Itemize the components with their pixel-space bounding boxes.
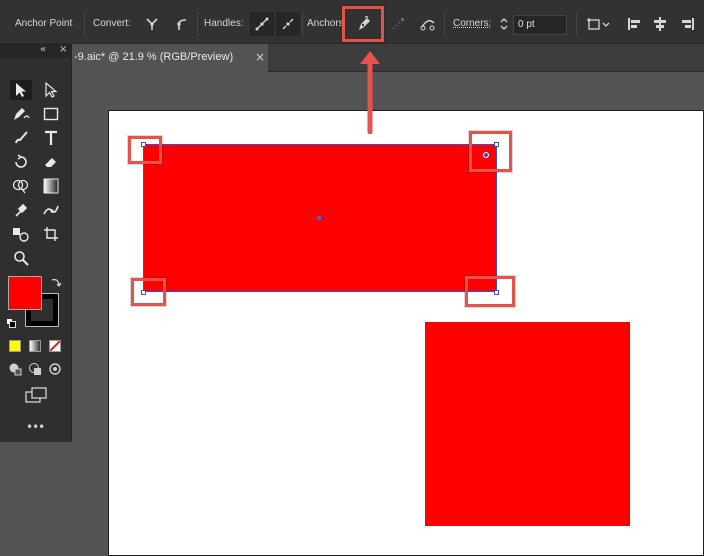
convert-corner-icon: [146, 18, 158, 30]
scissors-path-icon: [420, 20, 435, 31]
edit-toolbar-icon[interactable]: •••: [26, 420, 45, 434]
type-icon: [45, 130, 57, 145]
hide-handles-icon: [282, 18, 294, 30]
center-point: [317, 216, 321, 220]
draw-behind-icon: [29, 363, 41, 375]
document-tab-bar: -9.aic* @ 21.9 % (RGB/Preview) ×: [0, 44, 704, 72]
gradient-mode-button[interactable]: [29, 340, 41, 352]
tools-panel: « × •••: [0, 44, 72, 442]
draw-inside-icon: [49, 363, 61, 375]
illustrator-window: Anchor Point Convert: Handles: Anchors C…: [0, 0, 704, 556]
document-tab-title[interactable]: -9.aic* @ 21.9 % (RGB/Preview): [74, 51, 233, 63]
symbol-sprayer-tool[interactable]: [10, 224, 32, 244]
stepper-arrows-icon: [500, 18, 508, 30]
close-panel-icon[interactable]: ×: [59, 44, 67, 55]
transform-box-icon: [587, 18, 610, 30]
highlight-top-right-anchor: [469, 131, 512, 172]
show-handles-icon: [255, 17, 269, 31]
shapes-icon: [13, 228, 29, 242]
align-right-icon: [682, 18, 694, 30]
convert-smooth-icon: [177, 19, 187, 30]
highlight-bottom-right-anchor: [465, 276, 515, 307]
align-left-button[interactable]: [622, 12, 646, 36]
divider: [576, 12, 577, 36]
draw-normal-button[interactable]: [6, 360, 24, 378]
none-slash-icon: [50, 341, 60, 351]
divider: [302, 12, 303, 36]
none-mode-button[interactable]: [49, 340, 61, 352]
type-tool[interactable]: [40, 128, 62, 148]
corners-stepper[interactable]: [496, 12, 512, 36]
selection-tool[interactable]: [10, 80, 32, 100]
convert-label: Convert:: [93, 18, 131, 29]
draw-behind-button[interactable]: [26, 360, 44, 378]
divider: [444, 12, 445, 36]
corners-input[interactable]: 0 pt: [513, 15, 567, 35]
divider: [84, 12, 85, 36]
color-mode-button[interactable]: [9, 340, 21, 352]
artboard-tool[interactable]: [40, 224, 62, 244]
anchors-label: Anchors: [307, 18, 344, 29]
zoom-icon: [14, 251, 29, 266]
corners-label[interactable]: Corners:: [453, 18, 491, 29]
screen-mode-button[interactable]: [24, 384, 48, 406]
convert-to-corner-button[interactable]: [140, 12, 164, 36]
eyedropper-icon: [15, 203, 28, 217]
close-tab-icon[interactable]: ×: [255, 50, 265, 64]
handles-label: Handles:: [204, 18, 244, 29]
align-center-button[interactable]: [648, 12, 672, 36]
connect-anchors-button[interactable]: [386, 12, 410, 36]
shape-builder-tool[interactable]: [10, 176, 32, 196]
draw-normal-icon: [9, 363, 22, 376]
transform-dropdown-button[interactable]: [584, 12, 614, 36]
anchor-point-label: Anchor Point: [15, 18, 73, 29]
collapse-panel-icon[interactable]: «: [40, 44, 46, 55]
connect-anchors-icon: [392, 18, 404, 30]
show-handles-button[interactable]: [250, 12, 274, 36]
cut-path-button[interactable]: [416, 12, 440, 36]
callout-arrow-icon: [360, 51, 380, 134]
rotate-icon: [15, 154, 27, 168]
draw-inside-button[interactable]: [46, 360, 64, 378]
eraser-icon: [45, 158, 56, 167]
pen-icon: [14, 108, 30, 120]
align-center-icon: [654, 17, 666, 31]
divider: [197, 12, 198, 36]
eraser-tool[interactable]: [40, 152, 62, 172]
shape-builder-icon: [12, 179, 29, 194]
highlight-bottom-left-anchor: [131, 278, 166, 306]
highlight-remove-anchor: [342, 6, 384, 42]
fill-color-swatch[interactable]: [8, 276, 42, 310]
rotate-tool[interactable]: [10, 152, 32, 172]
rectangle-tool[interactable]: [40, 104, 62, 124]
paintbrush-tool[interactable]: [10, 128, 32, 148]
gradient-icon: [43, 178, 59, 194]
square-shape[interactable]: [425, 322, 630, 526]
eyedropper-tool[interactable]: [10, 200, 32, 220]
rectangle-icon: [43, 107, 59, 121]
default-colors-icon[interactable]: [6, 318, 16, 328]
puppet-warp-tool[interactable]: [40, 200, 62, 220]
align-right-button[interactable]: [676, 12, 700, 36]
tools-panel-header: « ×: [0, 44, 72, 58]
pen-tool[interactable]: [10, 104, 32, 124]
direct-selection-icon: [45, 82, 58, 98]
align-left-icon: [628, 18, 640, 30]
highlight-top-left-anchor: [128, 136, 162, 164]
paintbrush-icon: [15, 131, 28, 144]
swap-colors-icon[interactable]: [50, 276, 62, 288]
screen-mode-icon: [25, 387, 47, 403]
zoom-tool[interactable]: [10, 248, 32, 268]
puppet-warp-icon: [43, 205, 59, 215]
convert-to-smooth-button[interactable]: [170, 12, 194, 36]
artboard-icon: [44, 227, 58, 241]
gradient-tool[interactable]: [40, 176, 62, 196]
selection-arrow-icon: [16, 83, 26, 97]
direct-selection-tool[interactable]: [40, 80, 62, 100]
document-tab[interactable]: -9.aic* @ 21.9 % (RGB/Preview) ×: [72, 44, 268, 72]
hide-handles-button[interactable]: [276, 12, 300, 36]
